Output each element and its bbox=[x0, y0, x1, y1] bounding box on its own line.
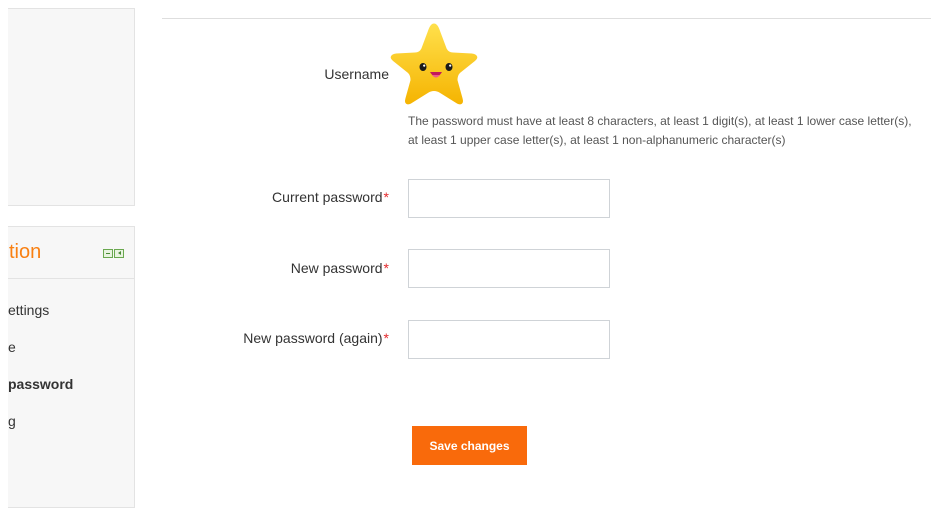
sidebar-item-settings[interactable]: ettings bbox=[8, 302, 134, 339]
navigation-list: ettings e password g bbox=[8, 302, 134, 450]
dock-icon[interactable] bbox=[114, 249, 124, 258]
sidebar-item-change-password[interactable]: password bbox=[8, 376, 134, 413]
navigation-block-header: tion bbox=[8, 227, 134, 279]
navigation-block-title: tion bbox=[9, 241, 42, 263]
sidebar-item-messaging[interactable]: g bbox=[8, 413, 134, 450]
username-label: Username bbox=[324, 66, 389, 82]
required-marker: * bbox=[383, 189, 389, 205]
sidebar-navigation-block: tion ettings e password g bbox=[8, 226, 135, 508]
new-password-input[interactable] bbox=[408, 249, 610, 288]
new-password-again-label-text: New password (again) bbox=[243, 330, 383, 346]
new-password-again-input[interactable] bbox=[408, 320, 610, 359]
current-password-label: Current password* bbox=[272, 189, 389, 205]
new-password-again-label: New password (again)* bbox=[243, 330, 389, 346]
star-face-icon bbox=[387, 20, 481, 108]
new-password-label: New password* bbox=[291, 260, 389, 276]
new-password-label-text: New password bbox=[290, 260, 383, 276]
top-divider bbox=[162, 18, 931, 19]
sidebar-block-top bbox=[8, 8, 135, 206]
current-password-label-text: Current password bbox=[272, 189, 383, 205]
password-policy-text: The password must have at least 8 charac… bbox=[408, 114, 912, 147]
save-changes-button[interactable]: Save changes bbox=[412, 426, 527, 465]
sidebar-item-profile[interactable]: e bbox=[8, 339, 134, 376]
required-marker: * bbox=[383, 260, 389, 276]
required-marker: * bbox=[383, 330, 389, 346]
collapse-icon[interactable] bbox=[103, 249, 113, 258]
block-controls bbox=[103, 249, 124, 258]
current-password-input[interactable] bbox=[408, 179, 610, 218]
